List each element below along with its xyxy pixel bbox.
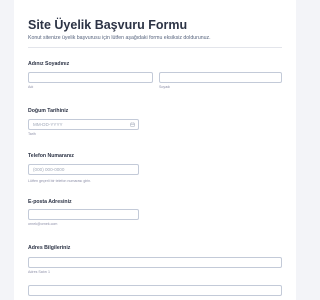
name-label: Adınız Soyadınız: [28, 61, 70, 67]
last-name-input[interactable]: [159, 72, 282, 83]
form-card: Site Üyelik Başvuru Formu Konut sitenize…: [14, 0, 296, 300]
phone-input[interactable]: (000) 000-0000: [28, 164, 139, 175]
email-field-group: E-posta Adresiniz ornek@ornek.com: [28, 199, 282, 231]
calendar-icon[interactable]: [130, 122, 135, 127]
email-label: E-posta Adresiniz: [28, 199, 72, 205]
address-label: Adres Bilgileriniz: [28, 245, 71, 251]
form-header: Site Üyelik Başvuru Formu Konut sitenize…: [28, 18, 282, 42]
dob-label: Doğum Tarihiniz: [28, 108, 69, 114]
email-input[interactable]: [28, 209, 139, 220]
first-name-sublabel: Adı: [28, 85, 34, 89]
address-line1-sublabel: Adres Satırı 1: [28, 270, 50, 274]
form-title: Site Üyelik Başvuru Formu: [28, 18, 188, 32]
dob-input[interactable]: MM-DD-YYYY: [28, 119, 139, 130]
first-name-input[interactable]: [28, 72, 153, 83]
phone-sublabel: Lütfen geçerli bir telefon numarası giri…: [28, 179, 92, 183]
phone-placeholder: (000) 000-0000: [33, 167, 65, 172]
phone-field-group: Telefon Numaranız (000) 000-0000 Lütfen …: [28, 153, 282, 187]
form-subtitle: Konut sitenize üyelik başvurusu için lüt…: [28, 35, 211, 41]
address-field-group: Adres Bilgileriniz Adres Satırı 1: [28, 245, 282, 300]
header-divider: [28, 47, 282, 48]
email-sublabel: ornek@ornek.com: [28, 222, 58, 226]
dob-field-group: Doğum Tarihiniz MM-DD-YYYY Tarih: [28, 108, 282, 138]
last-name-sublabel: Soyadı: [159, 85, 171, 89]
dob-sublabel: Tarih: [28, 132, 36, 136]
address-line1-input[interactable]: [28, 257, 282, 268]
dob-placeholder: MM-DD-YYYY: [33, 122, 63, 127]
phone-label: Telefon Numaranız: [28, 153, 75, 159]
address-line2-input[interactable]: [28, 285, 282, 296]
name-field-group: Adınız Soyadınız Adı Soyadı: [28, 61, 282, 91]
